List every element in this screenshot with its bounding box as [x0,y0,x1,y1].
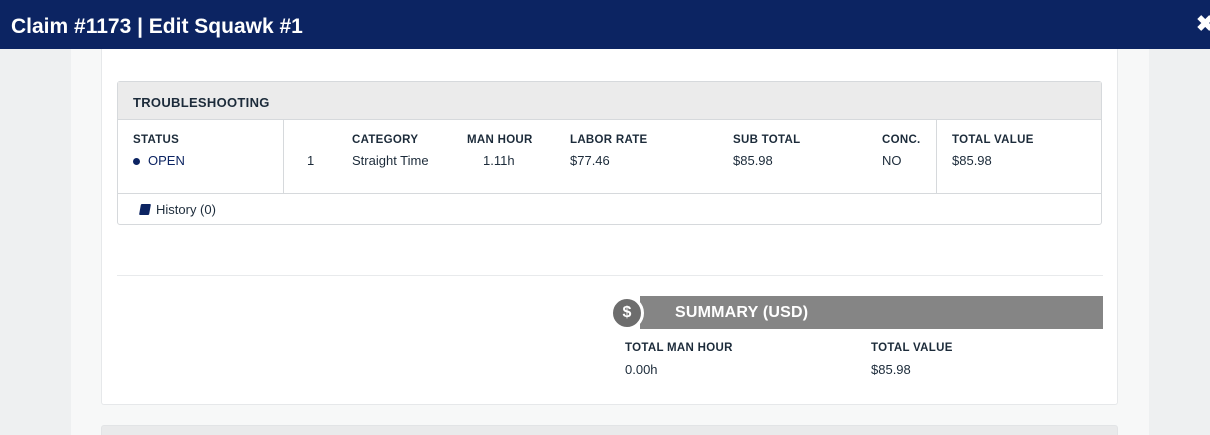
status-dot-icon [133,158,140,165]
book-icon [139,204,151,215]
column-divider [936,120,937,193]
conc-header: CONC. [882,134,921,146]
section-divider [117,275,1103,276]
modal-title: Claim #1173 | Edit Squawk #1 [11,15,303,38]
total-value-header: TOTAL VALUE [952,134,1034,146]
status-header: STATUS [133,134,180,146]
modal-header: Claim #1173 | Edit Squawk #1 ✖ [0,0,1210,49]
sub-total-header: SUB TOTAL [733,134,801,146]
category-value: Straight Time [352,153,429,168]
column-divider [283,120,284,193]
status-value: OPEN [148,153,185,168]
close-icon[interactable]: ✖ [1196,12,1210,36]
troubleshooting-title: TROUBLESHOOTING [133,95,270,110]
conc-value: NO [882,153,902,168]
total-man-hour-label: TOTAL MAN HOUR [625,342,733,354]
total-value-value: $85.98 [952,153,992,168]
summary-title: SUMMARY (USD) [675,304,809,321]
next-section-panel [101,425,1118,435]
row-index: 1 [307,153,315,168]
summary-bar: SUMMARY (USD) [640,296,1103,329]
labor-rate-value: $77.46 [570,153,610,168]
labor-row: STATUS OPEN 1 CATEGORY Straight Time MAN… [118,120,1101,194]
man-hour-value: 1.11h [483,153,515,168]
dollar-icon: $ [610,296,644,330]
sub-total-value: $85.98 [733,153,773,168]
history-label: History (0) [156,202,216,217]
total-man-hour-value: 0.00h [625,362,658,377]
troubleshooting-card: TROUBLESHOOTING STATUS OPEN 1 CATEGORY S… [117,81,1102,225]
labor-rate-header: LABOR RATE [570,134,648,146]
man-hour-header: MAN HOUR [467,134,533,146]
category-header: CATEGORY [352,134,419,146]
history-link[interactable]: History (0) [139,202,216,217]
summary-total-value-value: $85.98 [871,362,911,377]
summary-total-value-label: TOTAL VALUE [871,342,953,354]
troubleshooting-header: TROUBLESHOOTING [118,82,1101,120]
